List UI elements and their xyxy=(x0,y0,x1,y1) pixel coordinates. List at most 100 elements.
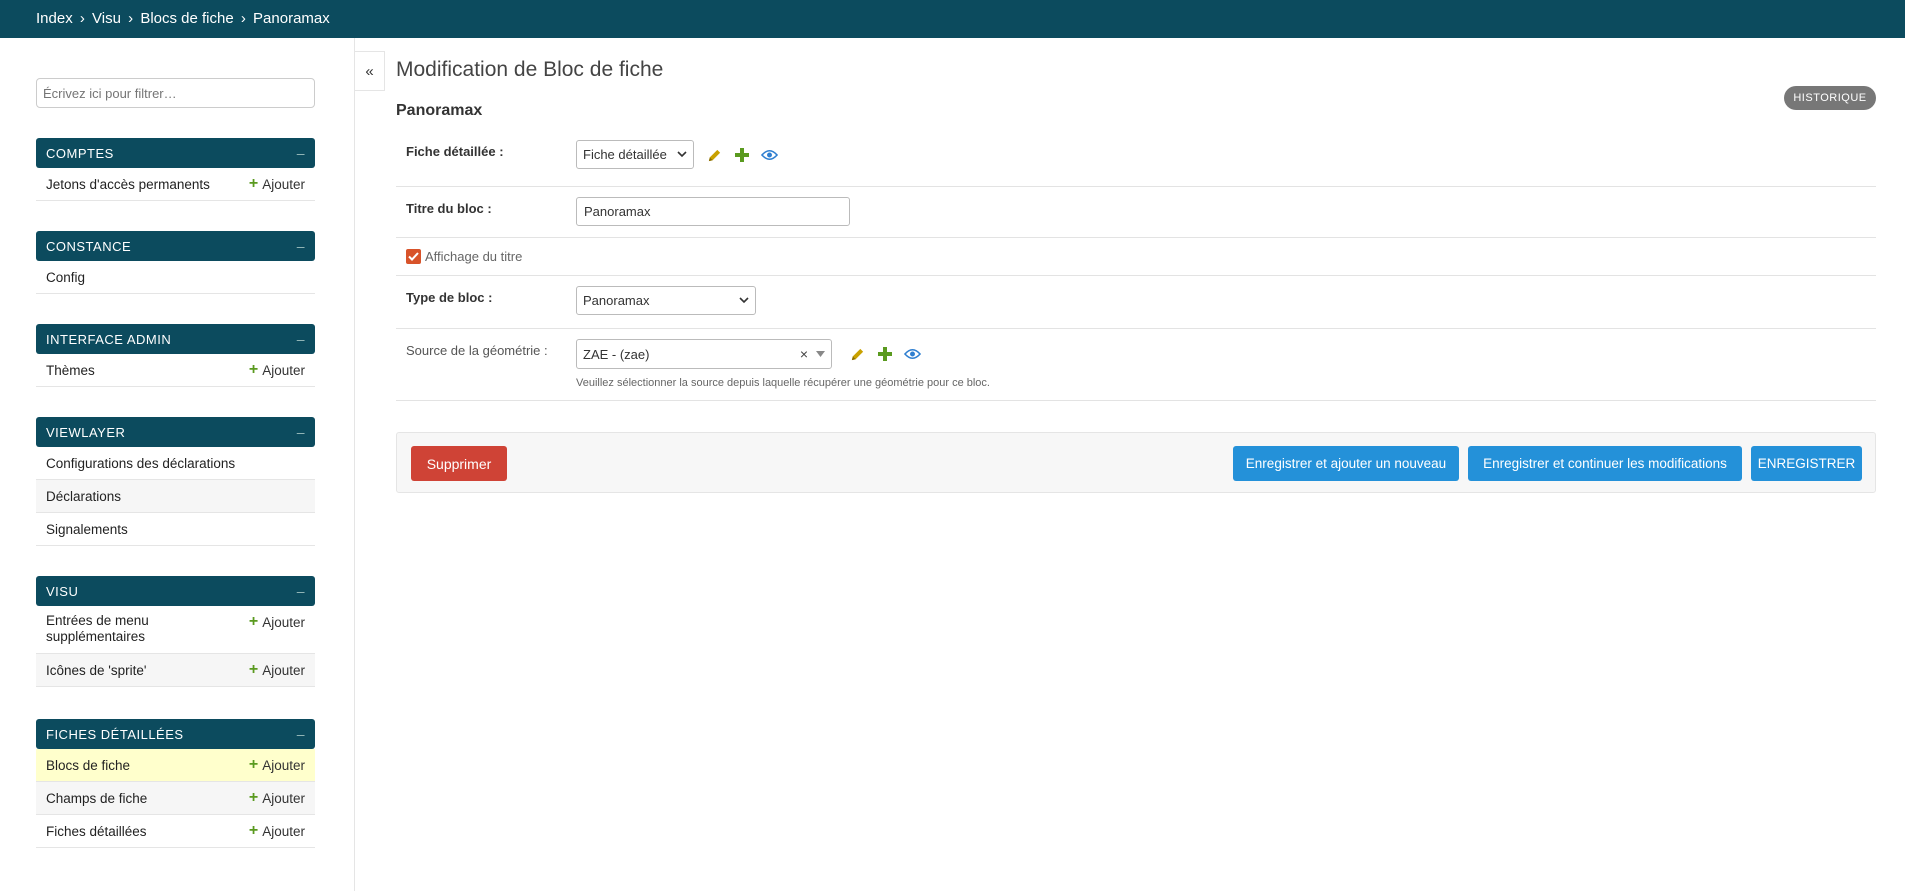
sidebar-item-link[interactable]: Jetons d'accès permanents xyxy=(46,177,210,192)
module-title: COMPTES xyxy=(46,145,114,161)
save-button[interactable]: ENREGISTRER xyxy=(1751,446,1862,481)
source-label: Source de la géométrie : xyxy=(406,343,548,358)
sidebar-item-link[interactable]: Blocs de fiche xyxy=(46,758,130,773)
plus-icon[interactable] xyxy=(876,345,894,363)
sidebar-item-link[interactable]: Signalements xyxy=(46,522,128,537)
add-label: Ajouter xyxy=(262,614,305,630)
add-link[interactable]: + Ajouter xyxy=(249,175,305,193)
collapse-icon[interactable]: – xyxy=(297,331,305,347)
page-title: Modification de Bloc de fiche xyxy=(396,58,664,81)
sidebar-item-entrees-menu: Entrées de menu supplémentaires + Ajouter xyxy=(36,606,315,654)
module-header[interactable]: CONSTANCE – xyxy=(36,231,315,261)
plus-icon[interactable] xyxy=(733,146,751,164)
add-link[interactable]: + Ajouter xyxy=(249,789,305,807)
collapse-icon[interactable]: – xyxy=(297,424,305,440)
sidebar-item-signalements: Signalements xyxy=(36,513,315,546)
add-link[interactable]: + Ajouter xyxy=(249,661,305,679)
module-header[interactable]: FICHES DÉTAILLÉES – xyxy=(36,719,315,749)
sidebar-item-link[interactable]: Configurations des déclarations xyxy=(46,456,235,471)
plus-icon: + xyxy=(248,613,259,630)
source-select-value: ZAE - (zae) xyxy=(583,346,650,362)
add-label: Ajouter xyxy=(262,790,305,806)
sidebar-item-themes: Thèmes + Ajouter xyxy=(36,354,315,387)
breadcrumb-blocs-link[interactable]: Blocs de fiche xyxy=(140,10,233,27)
module-comptes: COMPTES – Jetons d'accès permanents + Ajo… xyxy=(36,138,315,201)
collapse-icon[interactable]: – xyxy=(297,238,305,254)
module-header[interactable]: VISU – xyxy=(36,576,315,606)
plus-icon: + xyxy=(248,822,259,839)
eye-icon[interactable] xyxy=(903,345,921,363)
fiche-select[interactable]: Fiche détaillée xyxy=(576,140,694,169)
plus-icon: + xyxy=(248,361,259,378)
form-row-source: Source de la géométrie : ZAE - (zae) × V… xyxy=(396,329,1876,401)
sidebar-item-icones-sprite: Icônes de 'sprite' + Ajouter xyxy=(36,654,315,687)
module-title: CONSTANCE xyxy=(46,238,132,254)
type-select[interactable]: Panoramax xyxy=(576,286,756,315)
module-header[interactable]: COMPTES – xyxy=(36,138,315,168)
save-and-add-button[interactable]: Enregistrer et ajouter un nouveau xyxy=(1233,446,1459,481)
form-row-affichage: Affichage du titre xyxy=(396,238,1876,276)
sidebar-item-configurations: Configurations des déclarations xyxy=(36,447,315,480)
module-title: VIEWLAYER xyxy=(46,424,126,440)
breadcrumb-separator: › xyxy=(79,10,85,27)
form-row-titre: Titre du bloc : Panoramax xyxy=(396,187,1876,238)
collapse-icon[interactable]: – xyxy=(297,726,305,742)
module-constance: CONSTANCE – Config xyxy=(36,231,315,294)
sidebar-toggle-button[interactable]: « xyxy=(355,51,385,91)
breadcrumb-index-link[interactable]: Index xyxy=(36,10,73,27)
sidebar-item-link[interactable]: Thèmes xyxy=(46,363,95,378)
affichage-label: Affichage du titre xyxy=(425,249,523,264)
titre-input[interactable]: Panoramax xyxy=(576,197,850,226)
sidebar-item-champs-de-fiche: Champs de fiche + Ajouter xyxy=(36,782,315,815)
add-label: Ajouter xyxy=(262,823,305,839)
add-label: Ajouter xyxy=(262,176,305,192)
sidebar-item-link[interactable]: Fiches détaillées xyxy=(46,824,147,839)
plus-icon: + xyxy=(248,789,259,806)
module-visu: VISU – Entrées de menu supplémentaires +… xyxy=(36,576,315,687)
affichage-checkbox[interactable] xyxy=(406,249,421,264)
submit-row: Supprimer Enregistrer et ajouter un nouv… xyxy=(396,432,1876,493)
save-and-continue-button[interactable]: Enregistrer et continuer les modificatio… xyxy=(1468,446,1742,481)
plus-icon: + xyxy=(248,661,259,678)
eye-icon[interactable] xyxy=(760,146,778,164)
source-help-text: Veuillez sélectionner la source depuis l… xyxy=(576,377,990,389)
sidebar-item-link[interactable]: Config xyxy=(46,270,85,285)
add-link[interactable]: + Ajouter xyxy=(249,361,305,379)
chevron-down-icon xyxy=(677,151,687,158)
chevron-down-icon xyxy=(739,297,749,304)
module-title: INTERFACE ADMIN xyxy=(46,331,172,347)
sidebar-item-jetons: Jetons d'accès permanents + Ajouter xyxy=(36,168,315,201)
sidebar-item-link[interactable]: Icônes de 'sprite' xyxy=(46,663,146,678)
sidebar-item-link[interactable]: Champs de fiche xyxy=(46,791,147,806)
delete-button[interactable]: Supprimer xyxy=(411,446,507,481)
add-label: Ajouter xyxy=(262,662,305,678)
fiche-label: Fiche détaillée : xyxy=(406,144,504,159)
module-viewlayer: VIEWLAYER – Configurations des déclarati… xyxy=(36,417,315,546)
add-link[interactable]: + Ajouter xyxy=(249,756,305,774)
history-button[interactable]: HISTORIQUE xyxy=(1784,86,1876,110)
module-fiches-detaillees: FICHES DÉTAILLÉES – Blocs de fiche + Ajou… xyxy=(36,719,315,848)
plus-icon: + xyxy=(248,175,259,192)
add-link[interactable]: + Ajouter xyxy=(249,613,305,631)
source-select[interactable]: ZAE - (zae) × xyxy=(576,339,832,369)
sidebar-filter-input[interactable] xyxy=(36,78,315,108)
breadcrumb-current: Panoramax xyxy=(253,10,330,27)
module-header[interactable]: INTERFACE ADMIN – xyxy=(36,324,315,354)
pencil-icon[interactable] xyxy=(848,345,866,363)
object-title: Panoramax xyxy=(396,102,483,119)
module-header[interactable]: VIEWLAYER – xyxy=(36,417,315,447)
titre-label: Titre du bloc : xyxy=(406,201,492,216)
sidebar-item-link[interactable]: Entrées de menu supplémentaires xyxy=(46,613,196,645)
add-link[interactable]: + Ajouter xyxy=(249,822,305,840)
breadcrumb-visu-link[interactable]: Visu xyxy=(92,10,121,27)
collapse-icon[interactable]: – xyxy=(297,583,305,599)
breadcrumb-separator: › xyxy=(128,10,134,27)
sidebar-item-link[interactable]: Déclarations xyxy=(46,489,121,504)
collapse-icon[interactable]: – xyxy=(297,145,305,161)
clear-icon[interactable]: × xyxy=(800,346,808,362)
add-label: Ajouter xyxy=(262,362,305,378)
sidebar-item-blocs-de-fiche: Blocs de fiche + Ajouter xyxy=(36,749,315,782)
module-title: VISU xyxy=(46,583,79,599)
pencil-icon[interactable] xyxy=(705,146,723,164)
type-label: Type de bloc : xyxy=(406,290,493,305)
